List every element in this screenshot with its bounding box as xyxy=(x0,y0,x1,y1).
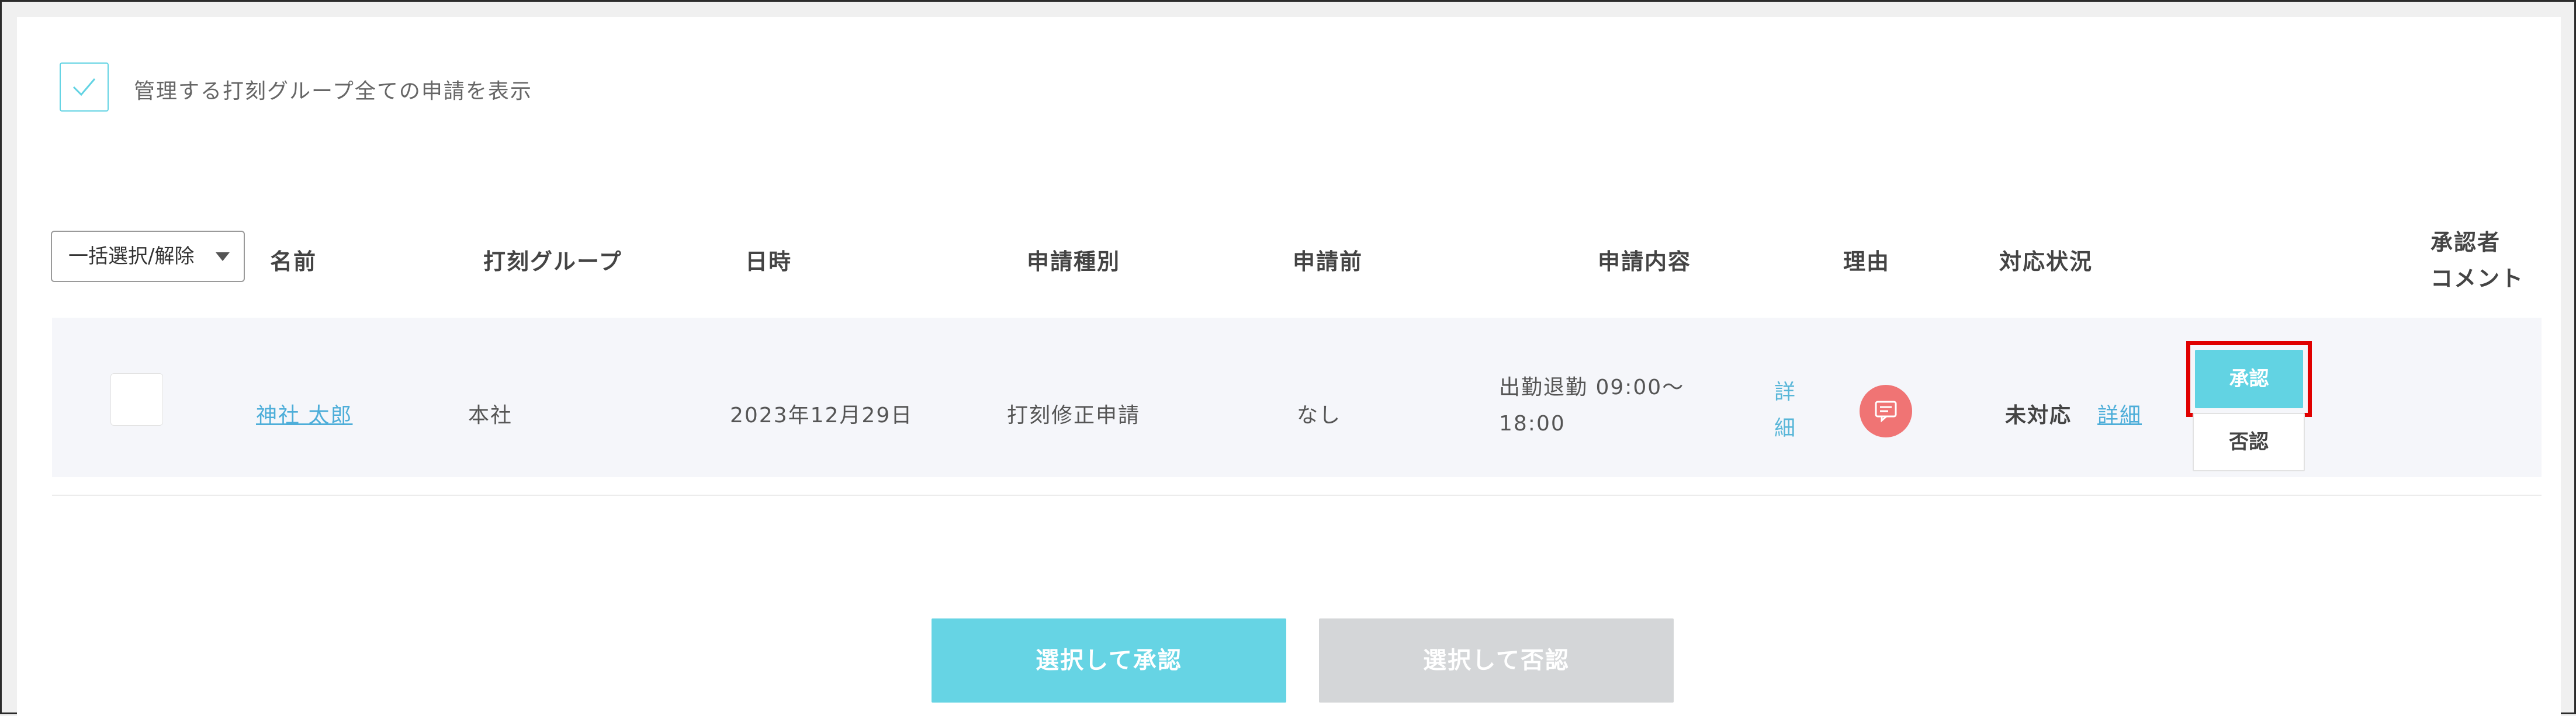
reason-button[interactable] xyxy=(1860,385,1912,437)
row-divider xyxy=(52,495,2542,496)
content-detail-link[interactable]: 詳 細 xyxy=(1773,374,1796,447)
content-detail-char2: 細 xyxy=(1774,416,1795,440)
table-row xyxy=(52,318,2542,477)
reject-button[interactable]: 否認 xyxy=(2193,413,2305,471)
header-group: 打刻グループ xyxy=(483,249,622,274)
header-datetime: 日時 xyxy=(745,249,792,274)
reject-selected-button[interactable]: 選択して否認 xyxy=(1319,618,1674,703)
main-panel: 管理する打刻グループ全ての申請を表示 一括選択/解除 名前 打刻グループ 日時 … xyxy=(17,17,2561,716)
bulk-select-label: 一括選択/解除 xyxy=(68,245,195,268)
header-comment-line2: コメント xyxy=(2430,266,2525,291)
row-content: 出勤退勤 09:00〜 18:00 xyxy=(1499,370,1684,442)
row-content-line1: 出勤退勤 09:00〜 xyxy=(1499,376,1685,399)
show-all-label: 管理する打刻グループ全ての申請を表示 xyxy=(134,79,532,103)
row-type: 打刻修正申請 xyxy=(1007,404,1141,427)
header-content: 申請内容 xyxy=(1598,249,1692,274)
row-content-line2: 18:00 xyxy=(1499,412,1566,436)
header-before: 申請前 xyxy=(1293,249,1363,274)
header-status: 対応状況 xyxy=(1999,249,2093,274)
row-date: 2023年12月29日 xyxy=(730,404,913,427)
comment-icon xyxy=(1875,401,1897,423)
approve-selected-button[interactable]: 選択して承認 xyxy=(932,618,1286,703)
check-icon xyxy=(72,78,96,96)
caret-down-icon xyxy=(216,252,230,261)
header-type: 申請種別 xyxy=(1027,249,1121,274)
bulk-select-dropdown[interactable]: 一括選択/解除 xyxy=(51,231,245,282)
content-detail-char1: 詳 xyxy=(1774,380,1795,404)
status-badge: 未対応 xyxy=(2005,404,2072,427)
header-name: 名前 xyxy=(270,249,317,274)
status-detail-link[interactable]: 詳細 xyxy=(2097,398,2142,429)
header-approver-comment: 承認者 コメント xyxy=(2430,224,2524,297)
header-reason: 理由 xyxy=(1843,249,1891,274)
row-before: なし xyxy=(1297,404,1342,427)
row-group: 本社 xyxy=(468,404,513,427)
row-checkbox[interactable] xyxy=(110,373,163,426)
approve-button[interactable]: 承認 xyxy=(2195,350,2303,408)
show-all-checkbox[interactable] xyxy=(60,62,109,112)
applicant-name-link[interactable]: 神社 太郎 xyxy=(256,398,352,429)
header-comment-line1: 承認者 xyxy=(2430,230,2501,255)
